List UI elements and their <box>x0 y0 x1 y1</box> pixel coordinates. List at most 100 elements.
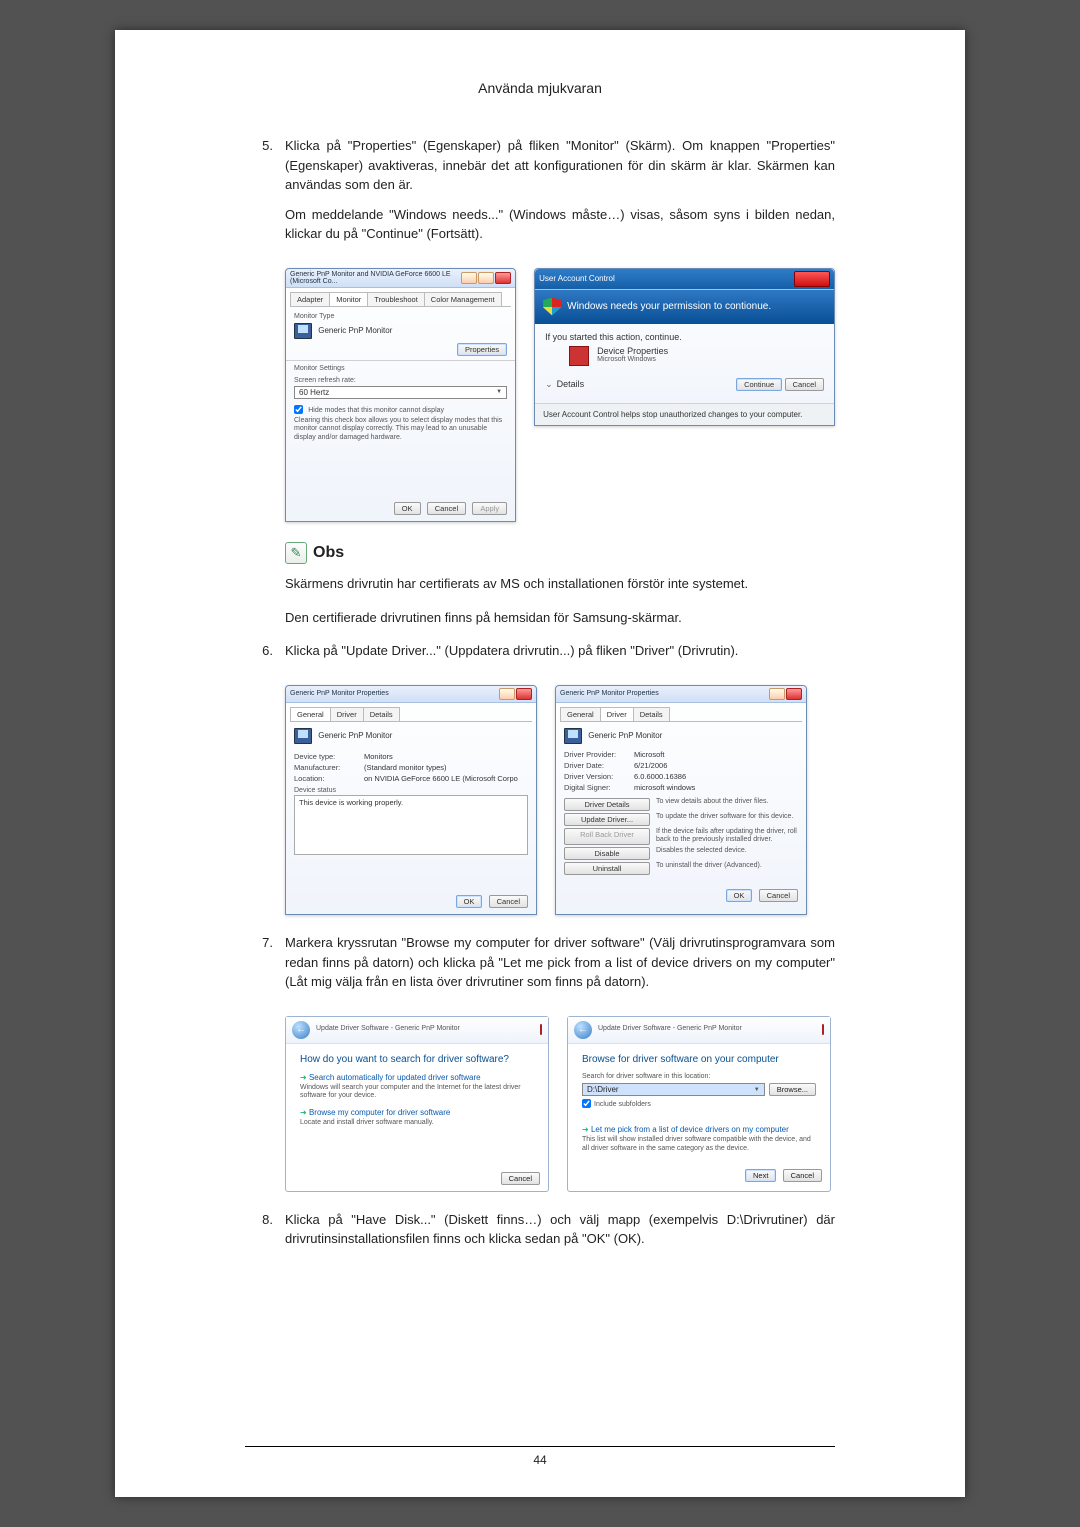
tab-general[interactable]: General <box>560 707 601 721</box>
search-location-label: Search for driver software in this locat… <box>582 1073 816 1081</box>
help-icon[interactable] <box>769 688 785 700</box>
tab-driver[interactable]: Driver <box>600 707 634 721</box>
device-status-textarea[interactable]: This device is working properly. <box>294 795 528 855</box>
next-button[interactable]: Next <box>745 1169 776 1182</box>
device-name: Generic PnP Monitor <box>588 731 662 740</box>
ok-button[interactable]: OK <box>726 889 753 902</box>
uac-window: User Account Control Windows needs your … <box>534 268 835 426</box>
window-titlebar: Generic PnP Monitor and NVIDIA GeForce 6… <box>286 269 515 288</box>
device-type-value: Monitors <box>364 752 393 761</box>
uac-headline-bar: Windows needs your permission to contion… <box>535 290 834 324</box>
maximize-icon[interactable] <box>478 272 494 284</box>
tab-details[interactable]: Details <box>633 707 670 721</box>
window-title: Generic PnP Monitor Properties <box>290 690 389 697</box>
uninstall-button[interactable]: Uninstall <box>564 862 650 875</box>
chevron-down-icon[interactable]: ⌄ <box>545 379 553 389</box>
close-icon[interactable] <box>516 688 532 700</box>
hide-modes-checkbox[interactable] <box>294 405 303 414</box>
update-driver-button[interactable]: Update Driver... <box>564 813 650 826</box>
refresh-rate-label: Screen refresh rate: <box>294 377 507 385</box>
digital-signer-label: Digital Signer: <box>564 783 634 792</box>
page-number: 44 <box>115 1453 965 1467</box>
device-status-label: Device status <box>294 787 528 795</box>
tab-details[interactable]: Details <box>363 707 400 721</box>
driver-details-button[interactable]: Driver Details <box>564 798 650 811</box>
note-label: Obs <box>313 544 344 562</box>
close-icon[interactable] <box>495 272 511 284</box>
driver-provider-label: Driver Provider: <box>564 750 634 759</box>
disable-button[interactable]: Disable <box>564 847 650 860</box>
manufacturer-label: Manufacturer: <box>294 763 364 772</box>
back-button[interactable]: ← <box>292 1021 310 1039</box>
ok-button[interactable]: OK <box>394 502 421 515</box>
device-name: Generic PnP Monitor <box>318 731 392 740</box>
driver-version-value: 6.0.6000.16386 <box>634 772 686 781</box>
step-number: 5. <box>245 136 285 254</box>
step-8: 8. Klicka på "Have Disk..." (Diskett fin… <box>245 1210 835 1259</box>
update-driver-wizard-browse: ← Update Driver Software - Generic PnP M… <box>567 1016 831 1192</box>
close-icon[interactable] <box>786 688 802 700</box>
uac-footer: User Account Control helps stop unauthor… <box>535 403 834 425</box>
tab-general[interactable]: General <box>290 707 331 721</box>
apply-button[interactable]: Apply <box>472 502 507 515</box>
driver-provider-value: Microsoft <box>634 750 664 759</box>
note-icon: ✎ <box>285 542 307 564</box>
cancel-button[interactable]: Cancel <box>759 889 798 902</box>
include-subfolders-checkbox[interactable] <box>582 1099 591 1108</box>
ok-button[interactable]: OK <box>456 895 483 908</box>
close-icon[interactable] <box>540 1024 542 1035</box>
hide-modes-row: Hide modes that this monitor cannot disp… <box>294 405 507 415</box>
monitor-properties-window: Generic PnP Monitor and NVIDIA GeForce 6… <box>285 268 516 523</box>
window-titlebar: User Account Control <box>535 269 834 290</box>
chevron-down-icon: ▼ <box>754 1087 760 1093</box>
option-search-auto-desc: Windows will search your computer and th… <box>300 1084 534 1101</box>
path-combobox[interactable]: D:\Driver ▼ <box>582 1083 765 1096</box>
minimize-icon[interactable] <box>461 272 477 284</box>
option-browse-computer[interactable]: Browse my computer for driver software <box>300 1108 534 1117</box>
close-icon[interactable] <box>822 1024 824 1035</box>
note-block: ✎ Obs <box>285 542 835 564</box>
dialog-button-row: OK Cancel Apply <box>286 496 515 521</box>
tab-troubleshoot[interactable]: Troubleshoot <box>367 292 425 306</box>
option-browse-computer-desc: Locate and install driver software manua… <box>300 1119 534 1127</box>
driver-version-label: Driver Version: <box>564 772 634 781</box>
step-7: 7. Markera kryssrutan "Browse my compute… <box>245 933 835 1002</box>
device-properties-general-window: Generic PnP Monitor Properties General D… <box>285 685 537 915</box>
rollback-driver-button[interactable]: Roll Back Driver <box>564 828 650 845</box>
cancel-button[interactable]: Cancel <box>489 895 528 908</box>
step-5-text-1: Klicka på "Properties" (Egenskaper) på f… <box>285 136 835 195</box>
monitor-icon <box>564 728 582 744</box>
refresh-rate-dropdown[interactable]: 60 Hertz▼ <box>294 386 507 399</box>
uac-subtext: If you started this action, continue. <box>545 332 824 342</box>
tab-color-management[interactable]: Color Management <box>424 292 502 306</box>
uac-details-toggle[interactable]: Details <box>557 379 585 389</box>
help-icon[interactable] <box>499 688 515 700</box>
path-value: D:\Driver <box>587 1085 619 1094</box>
browse-button[interactable]: Browse... <box>769 1083 816 1096</box>
monitor-type-value: Generic PnP Monitor <box>318 326 392 335</box>
properties-button[interactable]: Properties <box>457 343 507 356</box>
shield-icon <box>543 298 561 316</box>
continue-button[interactable]: Continue <box>736 378 782 391</box>
cancel-button[interactable]: Cancel <box>501 1172 540 1185</box>
hide-modes-description: Clearing this check box allows you to se… <box>294 417 507 442</box>
tab-strip: Adapter Monitor Troubleshoot Color Manag… <box>290 292 511 307</box>
tab-driver[interactable]: Driver <box>330 707 364 721</box>
refresh-rate-value: 60 Hertz <box>299 388 329 397</box>
option-let-me-pick[interactable]: Let me pick from a list of device driver… <box>582 1125 816 1134</box>
back-button[interactable]: ← <box>574 1021 592 1039</box>
close-icon[interactable] <box>794 271 830 287</box>
step-6-text: Klicka på "Update Driver..." (Uppdatera … <box>285 641 835 661</box>
tab-adapter[interactable]: Adapter <box>290 292 330 306</box>
step-number: 6. <box>245 641 285 671</box>
monitor-icon <box>294 323 312 339</box>
monitor-type-label: Monitor Type <box>294 313 507 321</box>
tab-monitor[interactable]: Monitor <box>329 292 368 306</box>
driver-details-desc: To view details about the driver files. <box>656 798 798 811</box>
cancel-button[interactable]: Cancel <box>783 1169 822 1182</box>
cancel-button[interactable]: Cancel <box>427 502 466 515</box>
step-5-text-2: Om meddelande "Windows needs..." (Window… <box>285 205 835 244</box>
uninstall-desc: To uninstall the driver (Advanced). <box>656 862 798 875</box>
option-search-auto[interactable]: Search automatically for updated driver … <box>300 1073 534 1082</box>
cancel-button[interactable]: Cancel <box>785 378 824 391</box>
